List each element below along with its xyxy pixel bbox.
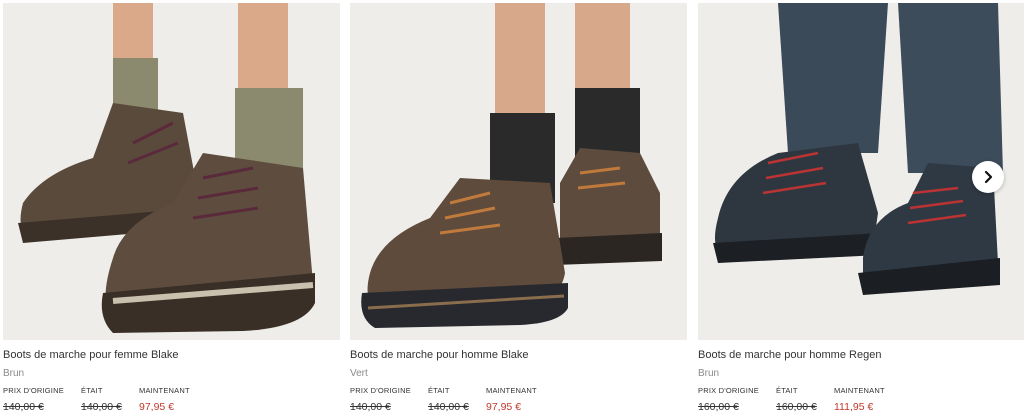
product-card[interactable]: Boots de marche pour femme Blake Brun PR… bbox=[3, 0, 343, 416]
now-price-value: 97,95 € bbox=[486, 401, 522, 413]
original-price-label: PRIX D'ORIGINE bbox=[350, 386, 411, 395]
now-price-label: MAINTENANT bbox=[139, 386, 190, 395]
was-price-value: 140,00 € bbox=[428, 401, 469, 413]
original-price-label: PRIX D'ORIGINE bbox=[3, 386, 64, 395]
product-card[interactable]: Boots de marche pour homme Regen Brun PR… bbox=[698, 0, 1024, 416]
was-price-value: 140,00 € bbox=[81, 401, 122, 413]
was-price: ÉTAIT 140,00 € bbox=[428, 386, 469, 413]
now-price-label: MAINTENANT bbox=[834, 386, 885, 395]
now-price-value: 97,95 € bbox=[139, 401, 175, 413]
product-image[interactable] bbox=[350, 3, 687, 340]
product-color: Vert bbox=[350, 368, 368, 379]
now-price-value: 111,95 € bbox=[834, 401, 874, 413]
was-price-label: ÉTAIT bbox=[428, 386, 450, 395]
now-price: MAINTENANT 111,95 € bbox=[834, 386, 885, 413]
was-price-label: ÉTAIT bbox=[81, 386, 103, 395]
product-title[interactable]: Boots de marche pour homme Regen bbox=[698, 349, 881, 361]
now-price: MAINTENANT 97,95 € bbox=[486, 386, 537, 413]
now-price: MAINTENANT 97,95 € bbox=[139, 386, 190, 413]
original-price-value: 160,00 € bbox=[698, 401, 739, 413]
original-price: PRIX D'ORIGINE 160,00 € bbox=[698, 386, 759, 413]
chevron-right-icon bbox=[984, 170, 993, 184]
product-card[interactable]: Boots de marche pour homme Blake Vert PR… bbox=[350, 0, 690, 416]
was-price: ÉTAIT 140,00 € bbox=[81, 386, 122, 413]
original-price-value: 140,00 € bbox=[3, 401, 44, 413]
carousel-next-button[interactable] bbox=[972, 161, 1004, 193]
was-price: ÉTAIT 160,00 € bbox=[776, 386, 817, 413]
product-title[interactable]: Boots de marche pour homme Blake bbox=[350, 349, 529, 361]
was-price-value: 160,00 € bbox=[776, 401, 817, 413]
product-carousel: Boots de marche pour femme Blake Brun PR… bbox=[0, 0, 1024, 416]
was-price-label: ÉTAIT bbox=[776, 386, 798, 395]
now-price-label: MAINTENANT bbox=[486, 386, 537, 395]
original-price-value: 140,00 € bbox=[350, 401, 391, 413]
product-title[interactable]: Boots de marche pour femme Blake bbox=[3, 349, 178, 361]
original-price: PRIX D'ORIGINE 140,00 € bbox=[3, 386, 64, 413]
product-image[interactable] bbox=[3, 3, 340, 340]
product-color: Brun bbox=[3, 368, 25, 379]
original-price-label: PRIX D'ORIGINE bbox=[698, 386, 759, 395]
product-color: Brun bbox=[698, 368, 720, 379]
original-price: PRIX D'ORIGINE 140,00 € bbox=[350, 386, 411, 413]
